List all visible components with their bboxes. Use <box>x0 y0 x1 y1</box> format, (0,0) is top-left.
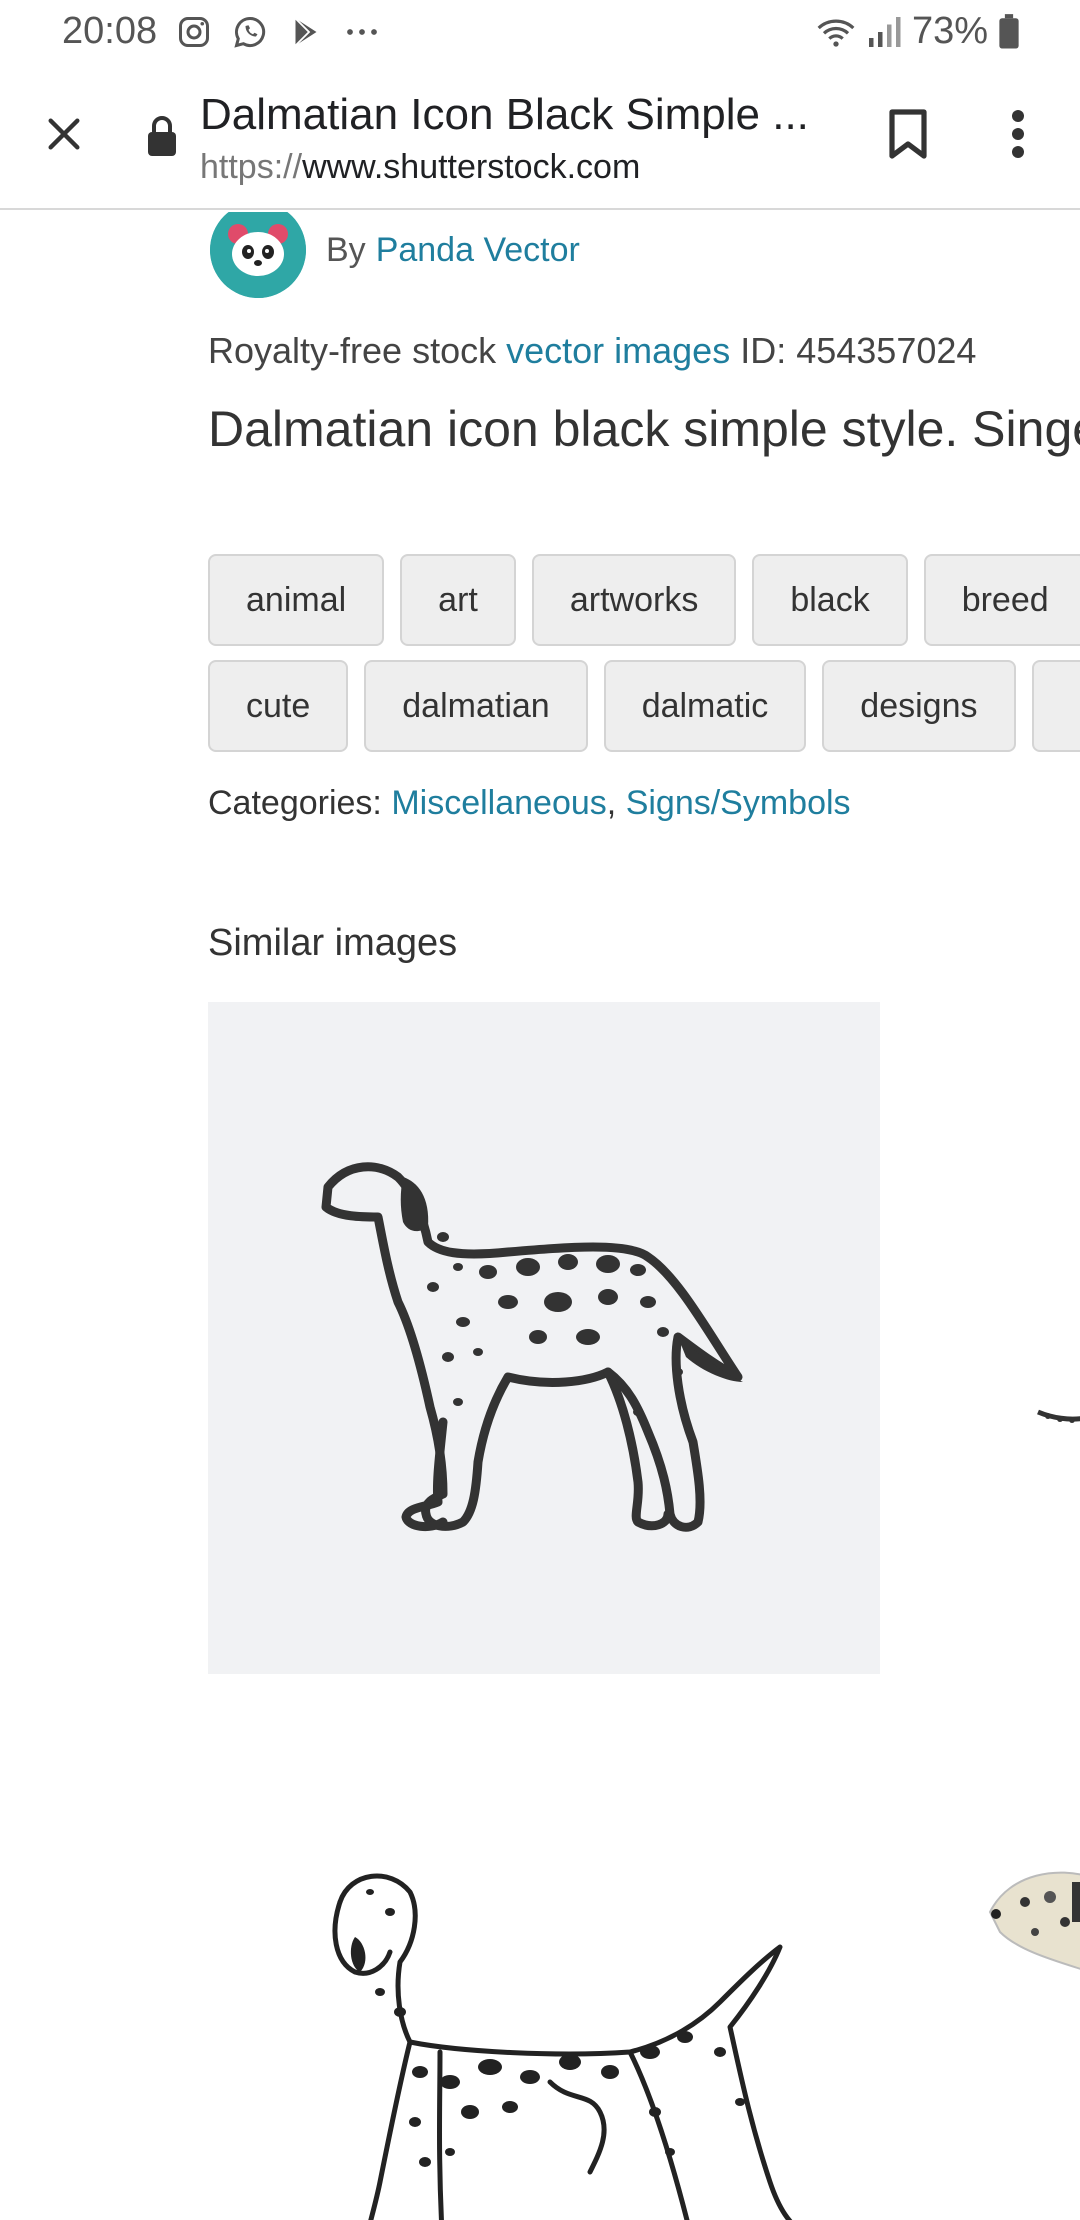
page-title[interactable]: Dalmatian Icon Black Simple ... <box>200 90 830 140</box>
similar-image-dalmatian-sketch[interactable] <box>300 1852 820 2220</box>
categories-label: Categories: <box>208 784 382 822</box>
author-row: By Panda Vector <box>210 212 580 298</box>
tag-dalmatic[interactable]: dalmatic <box>603 660 807 752</box>
bookmark-icon <box>889 109 927 159</box>
tag-animal[interactable]: animal <box>208 554 385 646</box>
signal-icon <box>868 16 901 47</box>
similar-images-heading: Similar images <box>208 922 458 964</box>
url-scheme: https:// <box>200 148 303 186</box>
lock-icon <box>148 116 176 156</box>
tag-partial[interactable] <box>1031 660 1080 752</box>
image-title: Dalmatian icon black simple style. Singe… <box>208 401 1080 457</box>
whatsapp-icon <box>234 16 266 48</box>
close-button[interactable] <box>36 106 92 162</box>
play-store-icon <box>294 17 317 47</box>
status-bar: 20:08 73% <box>0 0 1080 66</box>
image-meta: Royalty-free stock vector images ID: 454… <box>208 330 976 372</box>
category-link-signs-symbols[interactable]: Signs/Symbols <box>626 784 851 822</box>
author-by-label: By <box>326 230 366 269</box>
custom-tab-toolbar: Dalmatian Icon Black Simple ... https://… <box>0 66 1080 210</box>
meta-prefix: Royalty-free stock <box>208 330 497 371</box>
dalmatian-outline-image <box>321 1162 743 1532</box>
similar-image-thumbnail[interactable] <box>208 1002 880 1674</box>
battery-percentage: 73% <box>911 10 988 52</box>
system-status: 73% <box>816 10 1020 53</box>
more-notifications-icon <box>347 29 377 35</box>
bookmark-button[interactable] <box>876 102 940 166</box>
categories: Categories: Miscellaneous, Signs/Symbols <box>208 784 851 823</box>
category-link-miscellaneous[interactable]: Miscellaneous <box>391 784 606 822</box>
notification-icons <box>176 14 380 50</box>
tags-row-2: cute dalmatian dalmatic designs <box>208 660 1080 752</box>
page-url[interactable]: https://www.shutterstock.com <box>200 148 640 187</box>
vector-images-link[interactable]: vector images <box>506 330 730 371</box>
url-host: www.shutterstock.com <box>302 148 641 186</box>
wifi-icon <box>817 19 855 47</box>
tag-breed[interactable]: breed <box>923 554 1080 646</box>
tag-black[interactable]: black <box>752 554 908 646</box>
image-id: ID: 454357024 <box>740 330 977 371</box>
panda-logo-icon <box>210 212 306 298</box>
page-content: By Panda Vector Royalty-free stock vecto… <box>0 212 1080 2220</box>
partial-similar-image-right[interactable] <box>1030 1372 1080 1452</box>
battery-icon <box>999 13 1019 48</box>
tags-row-1: animal art artworks black breed <box>208 554 1080 646</box>
more-vert-icon <box>1012 110 1024 158</box>
status-time: 20:08 <box>62 10 158 52</box>
tag-artworks[interactable]: artworks <box>531 554 737 646</box>
tag-cute[interactable]: cute <box>208 660 349 752</box>
overflow-menu-button[interactable] <box>990 102 1046 166</box>
author-name-link[interactable]: Panda Vector <box>376 231 580 270</box>
instagram-icon <box>179 17 209 47</box>
partial-similar-image-right-2[interactable] <box>980 1852 1080 1992</box>
tag-dalmatian[interactable]: dalmatian <box>364 660 588 752</box>
category-separator: , <box>606 784 617 822</box>
tag-art[interactable]: art <box>400 554 516 646</box>
author-avatar[interactable] <box>210 212 306 298</box>
tag-designs[interactable]: designs <box>822 660 1016 752</box>
close-icon <box>48 118 80 150</box>
